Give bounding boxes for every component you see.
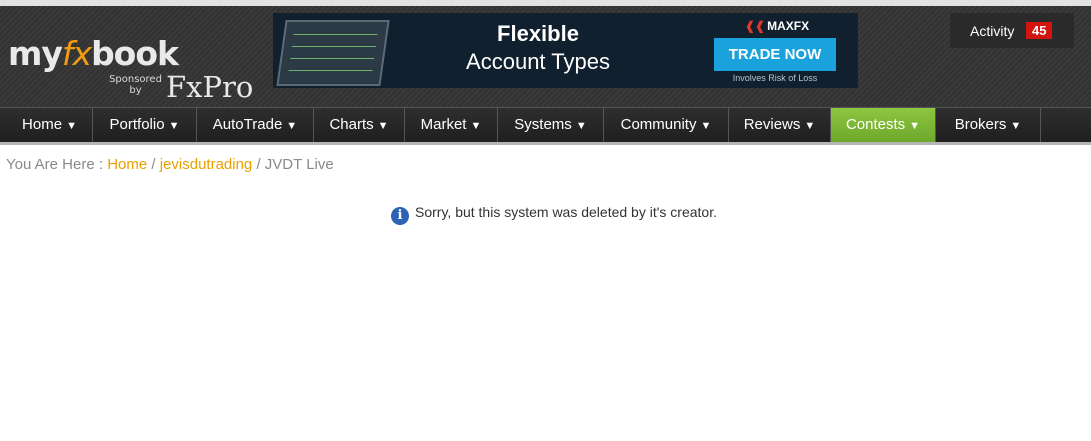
maxfx-logo-icon: ❰❰	[745, 19, 766, 33]
chevron-down-icon: ▼	[700, 120, 712, 132]
activity-count-badge: 45	[1026, 22, 1053, 39]
nav-item-autotrade[interactable]: AutoTrade ▼	[197, 108, 314, 142]
trade-now-button[interactable]: TRADE NOW	[714, 38, 836, 71]
chevron-down-icon: ▼	[470, 120, 482, 132]
sponsor-logo: FxPro	[166, 70, 254, 104]
chevron-down-icon: ▼	[575, 120, 587, 132]
site-header: myfxbook Sponsored by FxPro Flexible Acc…	[0, 6, 1091, 107]
breadcrumb-user-link[interactable]: jevisdutrading	[160, 156, 253, 173]
nav-item-portfolio[interactable]: Portfolio ▼	[93, 108, 197, 142]
nav-item-market[interactable]: Market ▼	[405, 108, 498, 142]
info-icon: i	[391, 207, 409, 225]
ad-banner[interactable]: Flexible Account Types ❰❰ MAXFX TRADE NOW…	[273, 13, 858, 88]
chevron-down-icon: ▼	[377, 120, 389, 132]
nav-item-systems[interactable]: Systems ▼	[498, 108, 604, 142]
nav-item-contests[interactable]: Contests ▼	[831, 108, 936, 142]
logo-wordmark: myfxbook	[8, 34, 179, 73]
nav-item-brokers[interactable]: Brokers ▼	[936, 108, 1041, 142]
chevron-down-icon: ▼	[168, 120, 180, 132]
breadcrumb-home-link[interactable]: Home	[107, 156, 147, 173]
chevron-down-icon: ▼	[66, 120, 77, 132]
ad-subtitle: Account Types	[466, 49, 610, 74]
nav-item-charts[interactable]: Charts ▼	[314, 108, 405, 142]
breadcrumb-separator: /	[256, 156, 261, 173]
breadcrumb: You Are Here : Home / jevisdutrading / J…	[6, 156, 334, 173]
breadcrumb-prefix: You Are Here :	[6, 156, 104, 173]
myfxbook-logo[interactable]: myfxbook Sponsored by FxPro	[8, 34, 258, 104]
ad-screen-image	[276, 20, 390, 86]
nav-item-reviews[interactable]: Reviews ▼	[729, 108, 831, 142]
ad-headline: Flexible Account Types	[423, 21, 653, 75]
deleted-system-message: i Sorry, but this system was deleted by i…	[391, 204, 717, 225]
ad-title: Flexible	[497, 21, 579, 46]
ad-brand: ❰❰ MAXFX	[745, 19, 810, 33]
chevron-down-icon: ▼	[909, 120, 921, 132]
breadcrumb-current: JVDT Live	[264, 156, 334, 173]
activity-button[interactable]: Activity 45	[950, 13, 1074, 48]
chevron-down-icon: ▼	[1010, 120, 1022, 132]
ad-risk-disclaimer: Involves Risk of Loss	[732, 73, 818, 83]
chevron-down-icon: ▼	[804, 120, 816, 132]
activity-label: Activity	[970, 23, 1015, 39]
nav-item-home[interactable]: Home ▼	[7, 108, 93, 142]
nav-item-community[interactable]: Community ▼	[604, 108, 729, 142]
chevron-down-icon: ▼	[286, 120, 298, 132]
message-text: Sorry, but this system was deleted by it…	[415, 204, 717, 220]
breadcrumb-separator: /	[151, 156, 156, 173]
sponsored-by-label: Sponsored by	[109, 74, 162, 96]
main-nav: Home ▼ Portfolio ▼ AutoTrade ▼ Charts ▼ Mark…	[0, 107, 1091, 145]
